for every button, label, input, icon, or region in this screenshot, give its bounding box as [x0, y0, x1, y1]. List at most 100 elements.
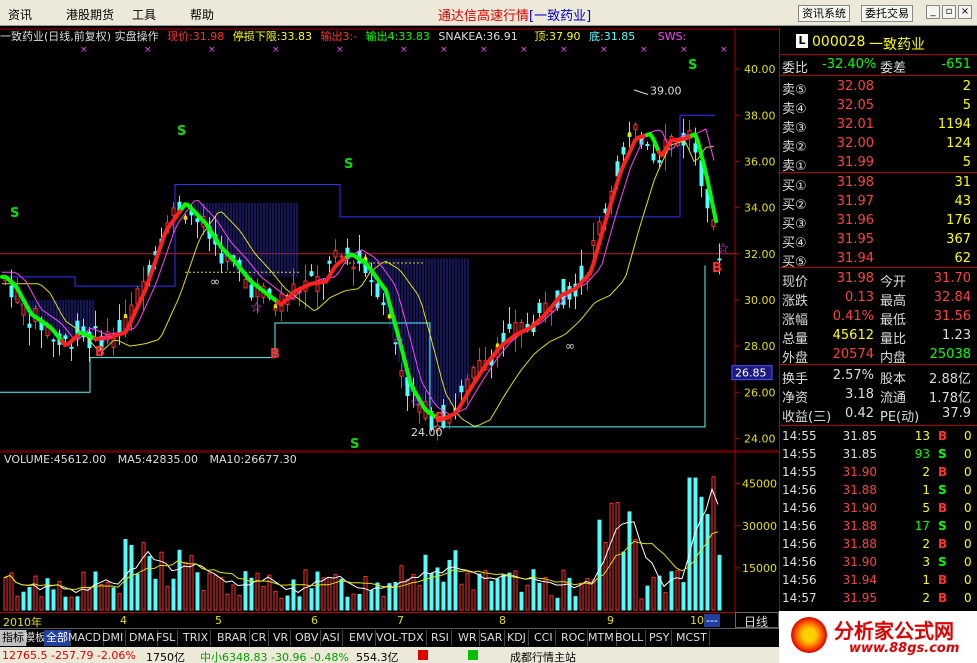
tick-count: 0 [964, 519, 972, 533]
menu-help[interactable]: 帮助 [190, 6, 214, 23]
stat-row: 换手 2.57% 股本 2.88亿 [780, 367, 977, 387]
bid-volume: 176 [946, 213, 971, 228]
sws-marker: × [480, 45, 488, 55]
wei-cha-label: 委差 [880, 61, 907, 76]
indicator-tab[interactable]: FSL [154, 630, 179, 646]
menu-hk-futures[interactable]: 港股期货 [66, 6, 114, 23]
indicator-tab[interactable]: TRIX [181, 630, 212, 646]
candle-body [507, 323, 512, 330]
volume-bar [495, 578, 500, 611]
volume-bar [435, 567, 440, 611]
indicator-tab[interactable]: KDJ [505, 630, 529, 646]
bid-price: 31.95 [836, 232, 874, 247]
candlesticks [3, 118, 722, 441]
tick-direction: B [938, 429, 948, 443]
ask-level-row[interactable]: 卖③ 32.01 1194 [780, 116, 977, 136]
date-axis-end[interactable]: --- [704, 614, 720, 627]
tick-price: 31.95 [842, 591, 877, 605]
volume-bar [531, 569, 536, 611]
menu-news[interactable]: 资讯 [8, 6, 32, 23]
bid-level-row[interactable]: 买② 31.97 43 [780, 193, 977, 213]
indicator-tab[interactable]: PSY [647, 630, 673, 646]
bid-volume: 43 [954, 194, 971, 209]
restore-icon[interactable]: ▫ [942, 5, 956, 19]
star-icon: ☆ [100, 331, 113, 347]
volume-bar [597, 519, 602, 611]
ask-level-label: 卖⑤ [782, 83, 807, 98]
sh-index: 12765.5 -257.79 -2.06% [2, 649, 136, 662]
ma-long-line [2, 141, 715, 427]
volume-chart[interactable]: 45000 30000 15000 [0, 452, 779, 612]
minimize-icon[interactable]: _ [926, 5, 940, 19]
indicator-tab[interactable]: OBV [293, 630, 322, 646]
close-icon[interactable]: × [958, 5, 972, 19]
indicator-tab[interactable]: MCST [674, 630, 710, 646]
menu-bar: 资讯 港股期货 工具 帮助 通达信高速行情[一致药业] 资讯系统 委托交易 _ … [0, 0, 977, 26]
tick-row: 14:56 31.90 3 S 0 [780, 554, 977, 572]
indicator-tab[interactable]: SAR [478, 630, 506, 646]
bid-level-row[interactable]: 买① 31.98 31 [780, 174, 977, 194]
candle-body [399, 370, 404, 377]
price-axis: 40.00 38.00 36.00 34.00 32.00 30.00 28.00 26.00… [731, 63, 776, 445]
volume-bar [453, 550, 458, 611]
tick-row: 14:56 31.88 17 S 0 [780, 518, 977, 536]
indicator-tab[interactable]: WR [456, 630, 480, 646]
bid-level-row[interactable]: 买④ 31.95 367 [780, 231, 977, 251]
menu-tools[interactable]: 工具 [132, 6, 156, 23]
volume-bar [225, 593, 230, 611]
candle-body [459, 385, 464, 393]
sws-marker: × [520, 45, 528, 55]
info-system-button[interactable]: 资讯系统 [798, 5, 850, 22]
indicator-tab[interactable]: ROC [559, 630, 588, 646]
trade-order-button[interactable]: 委托交易 [861, 5, 913, 22]
tick-volume: 5 [922, 501, 930, 515]
indicator-tab[interactable]: RSI [429, 630, 452, 646]
date-label: 5 [215, 614, 222, 627]
stat-label: 流通 [880, 391, 907, 406]
ask-level-row[interactable]: 卖⑤ 32.08 2 [780, 78, 977, 98]
volume-bar [663, 592, 668, 611]
tick-direction: S [938, 555, 947, 569]
tick-count: 0 [964, 483, 972, 497]
ask-level-row[interactable]: 卖② 32.00 124 [780, 135, 977, 155]
tick-count: 0 [964, 537, 972, 551]
bid-level-label: 买④ [782, 236, 807, 251]
flower-logo-icon [791, 617, 827, 653]
indicator-tab[interactable]: ASI [320, 630, 343, 646]
volume-tick-label: 30000 [742, 520, 777, 533]
ask-level-row[interactable]: 卖① 31.99 5 [780, 154, 977, 174]
date-label: 8 [499, 614, 506, 627]
candle-body [633, 124, 638, 131]
volume-bar [477, 573, 482, 611]
indicator-tab[interactable]: DMI [100, 630, 127, 646]
indicator-tab[interactable]: CCI [532, 630, 556, 646]
candle-body [345, 247, 350, 255]
kline-chart[interactable]: SSSSSB BBB☆☆☆☆☆39.0024.00∞∞× × × × × × × × × × × × × ×… [0, 28, 779, 452]
candle-body [69, 346, 74, 349]
period-selector[interactable]: 日线 [735, 612, 779, 629]
sws-marker: × [560, 45, 568, 55]
tick-time: 14:56 [782, 573, 817, 587]
stat-value: 37.9 [942, 406, 971, 421]
indicator-tab[interactable]: BOLL [613, 630, 647, 646]
indicator-tab[interactable]: VOL-TDX [374, 630, 427, 646]
tick-count: 0 [964, 501, 972, 515]
ask-level-row[interactable]: 卖④ 32.05 5 [780, 97, 977, 117]
volume-bar [573, 596, 578, 611]
tick-price: 31.88 [842, 519, 877, 533]
volume-bar [33, 575, 38, 611]
indicator-tab[interactable]: MACD [66, 630, 104, 646]
indicator-tab[interactable]: EMV [347, 630, 376, 646]
volume-bar [141, 542, 146, 611]
stat-row: 收益(三) 0.42 PE(动) 37.9 [780, 405, 977, 425]
bid-price: 31.98 [836, 175, 874, 190]
bid-level-row[interactable]: 买③ 31.96 176 [780, 212, 977, 232]
indicator-tab[interactable]: CR [249, 630, 270, 646]
volume-bar [381, 596, 386, 611]
indicator-tab[interactable]: DMA [127, 630, 158, 646]
indicator-tab[interactable]: VR [271, 630, 292, 646]
bid-level-row[interactable]: 买⑤ 31.94 62 [780, 250, 977, 270]
indicator-tab[interactable]: BRAR [215, 630, 250, 646]
tick-direction: B [938, 465, 948, 479]
stat-label: 现价 [782, 275, 809, 290]
